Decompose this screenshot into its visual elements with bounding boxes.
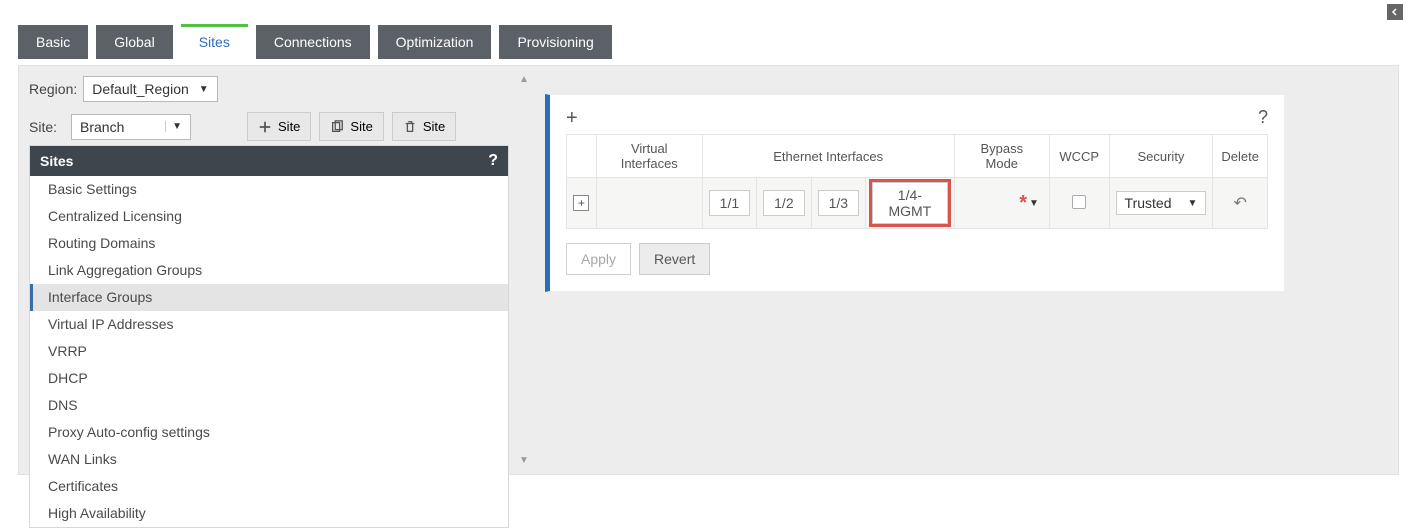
sidebar-item-dns[interactable]: DNS (30, 392, 508, 419)
tab-optimization[interactable]: Optimization (378, 25, 492, 59)
undo-icon[interactable]: ↶ (1233, 195, 1246, 212)
help-icon[interactable]: ? (1258, 107, 1268, 128)
tab-sites[interactable]: Sites (181, 24, 248, 59)
tab-basic[interactable]: Basic (18, 25, 88, 59)
clone-site-label: Site (350, 119, 372, 134)
eth-port-1-3[interactable]: 1/3 (818, 190, 859, 216)
scroll-down-icon[interactable]: ▼ (519, 455, 529, 466)
interface-groups-card: + ? Virtual Interfaces Ethernet Interfac… (545, 94, 1285, 292)
expand-row-button[interactable]: + (573, 195, 589, 211)
tab-provisioning[interactable]: Provisioning (499, 25, 611, 59)
scrollbar[interactable]: ▲ ▼ (519, 74, 529, 466)
apply-button[interactable]: Apply (566, 243, 631, 275)
chevron-down-icon: ▼ (199, 84, 209, 95)
required-icon: * (1019, 192, 1027, 214)
left-pane: Region: Default_Region ▼ Site: Branch ▼ … (19, 66, 517, 474)
collapse-panel-icon[interactable] (1387, 4, 1403, 20)
right-pane: + ? Virtual Interfaces Ethernet Interfac… (517, 66, 1398, 474)
copy-icon (330, 120, 344, 134)
chevron-down-icon: ▼ (165, 121, 182, 132)
sidebar-item-certificates[interactable]: Certificates (30, 473, 508, 500)
site-value: Branch (80, 119, 124, 135)
sidebar-item-centralized-licensing[interactable]: Centralized Licensing (30, 203, 508, 230)
trash-icon (403, 120, 417, 134)
col-wccp: WCCP (1049, 135, 1109, 178)
revert-button[interactable]: Revert (639, 243, 710, 275)
sidebar-item-vrrp[interactable]: VRRP (30, 338, 508, 365)
col-delete: Delete (1213, 135, 1268, 178)
region-select[interactable]: Default_Region ▼ (83, 76, 217, 102)
tree-title: Sites (40, 153, 73, 169)
col-virtual: Virtual Interfaces (596, 135, 702, 178)
col-ethernet: Ethernet Interfaces (702, 135, 954, 178)
tree-help-icon[interactable]: ? (488, 152, 498, 170)
interface-table: Virtual Interfaces Ethernet Interfaces B… (566, 134, 1268, 229)
tab-connections[interactable]: Connections (256, 25, 370, 59)
sidebar-tree: Sites ? Basic Settings Centralized Licen… (29, 145, 509, 528)
eth-port-1-4-mgmt[interactable]: 1/4-MGMT (872, 182, 948, 224)
add-site-label: Site (278, 119, 300, 134)
tree-header: Sites ? (30, 146, 508, 176)
region-value: Default_Region (92, 81, 189, 97)
main-panel: Region: Default_Region ▼ Site: Branch ▼ … (18, 65, 1399, 475)
eth-port-1-1[interactable]: 1/1 (709, 190, 750, 216)
add-site-button[interactable]: Site (247, 112, 311, 141)
delete-site-button[interactable]: Site (392, 112, 456, 141)
top-tabs: Basic Global Sites Connections Optimizat… (0, 0, 1409, 59)
bypass-mode-select[interactable]: *▼ (954, 178, 1049, 229)
tab-global[interactable]: Global (96, 25, 172, 59)
eth-port-1-2[interactable]: 1/2 (763, 190, 804, 216)
chevron-down-icon: ▼ (1029, 198, 1039, 209)
region-label: Region: (29, 81, 77, 97)
site-label: Site: (29, 119, 57, 135)
add-row-button[interactable]: + (566, 108, 578, 128)
plus-icon (258, 120, 272, 134)
sidebar-item-virtual-ip[interactable]: Virtual IP Addresses (30, 311, 508, 338)
sidebar-item-interface-groups[interactable]: Interface Groups (30, 284, 508, 311)
cell-virtual (596, 178, 702, 229)
sidebar-item-high-availability[interactable]: High Availability (30, 500, 508, 527)
chevron-down-icon: ▼ (1187, 198, 1197, 209)
delete-site-label: Site (423, 119, 445, 134)
security-select[interactable]: Trusted ▼ (1116, 191, 1207, 215)
site-select[interactable]: Branch ▼ (71, 114, 191, 140)
table-row: + 1/1 1/2 1/3 1/4-MGMT *▼ Trusted (567, 178, 1268, 229)
sidebar-item-routing-domains[interactable]: Routing Domains (30, 230, 508, 257)
sidebar-item-wan-links[interactable]: WAN Links (30, 446, 508, 473)
sidebar-item-basic-settings[interactable]: Basic Settings (30, 176, 508, 203)
sidebar-item-proxy-autoconfig[interactable]: Proxy Auto-config settings (30, 419, 508, 446)
sidebar-item-dhcp[interactable]: DHCP (30, 365, 508, 392)
sidebar-item-link-aggregation[interactable]: Link Aggregation Groups (30, 257, 508, 284)
clone-site-button[interactable]: Site (319, 112, 383, 141)
col-security: Security (1109, 135, 1213, 178)
scroll-up-icon[interactable]: ▲ (519, 74, 529, 85)
wccp-checkbox[interactable] (1072, 195, 1086, 209)
security-value: Trusted (1125, 195, 1172, 211)
col-bypass: Bypass Mode (954, 135, 1049, 178)
